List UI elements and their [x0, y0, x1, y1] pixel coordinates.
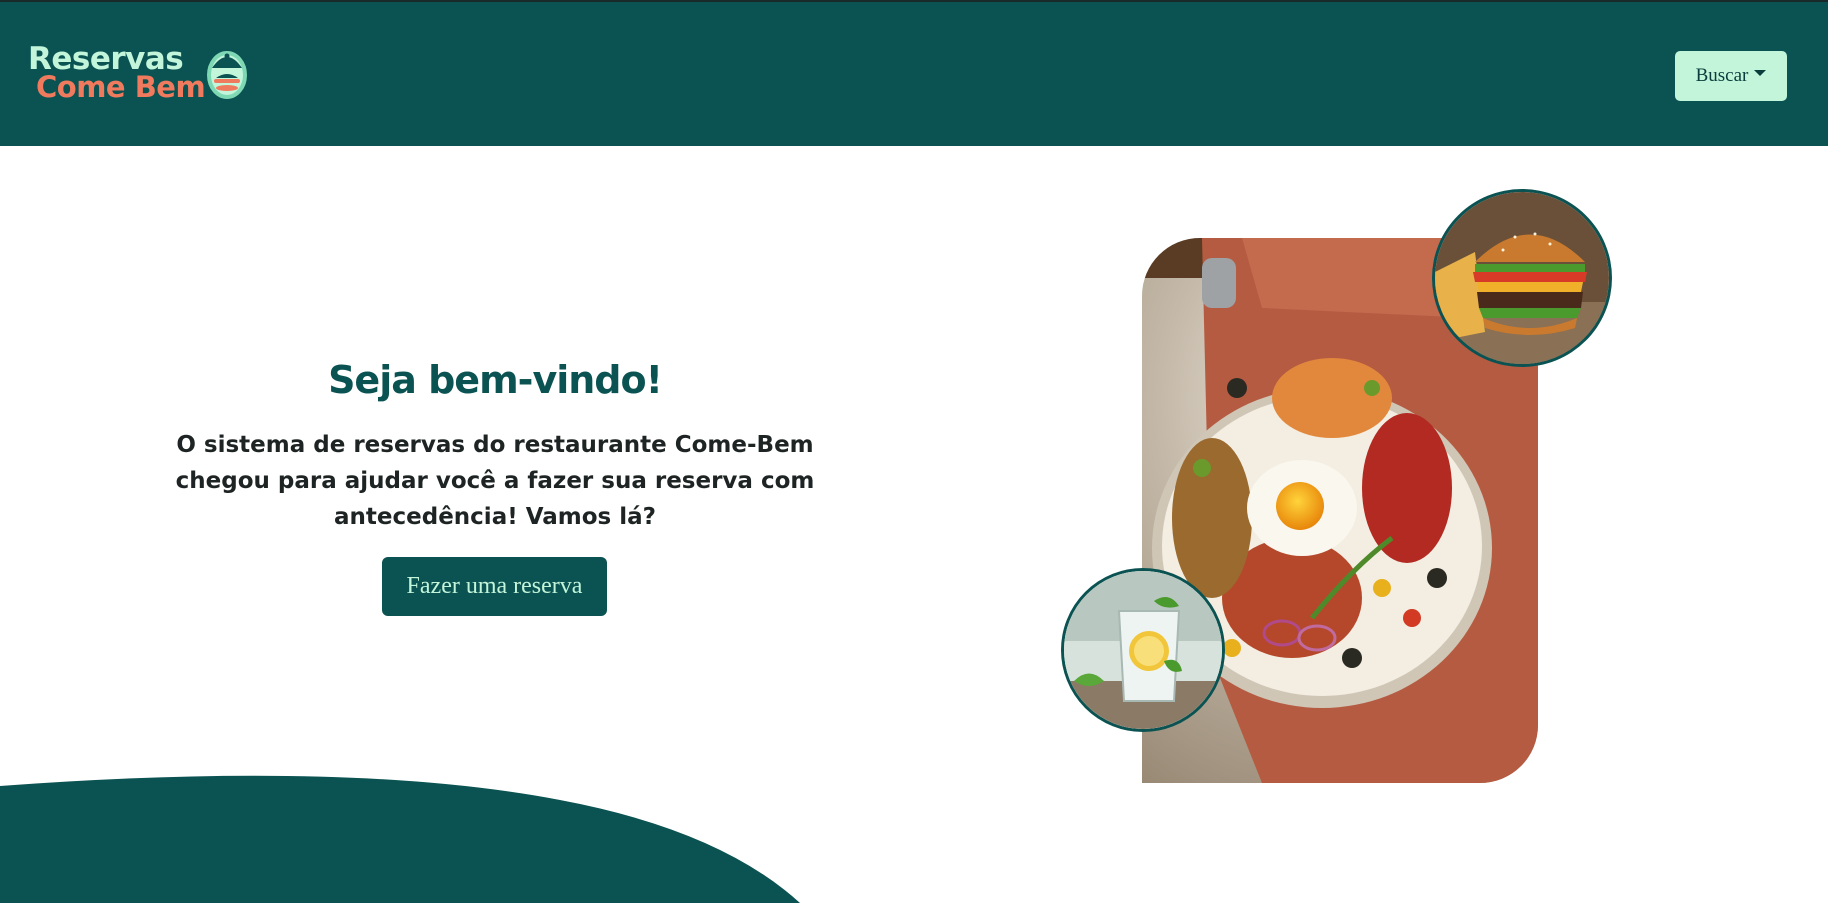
search-dropdown-button[interactable]: Buscar	[1675, 51, 1787, 101]
hero-title: Seja bem-vindo!	[328, 358, 663, 402]
dining-cloche-icon	[205, 49, 249, 101]
search-button-label: Buscar	[1695, 65, 1749, 86]
caret-down-icon	[1754, 70, 1767, 76]
brand-logo[interactable]: Reservas Come Bem	[26, 42, 258, 106]
logo-text-come-bem: Come Bem	[36, 70, 206, 104]
burger-image	[1432, 189, 1612, 367]
hero-section: Seja bem-vindo! O sistema de reservas do…	[150, 355, 840, 535]
decorative-wave	[0, 775, 800, 903]
hero-description: O sistema de reservas do restaurante Com…	[175, 432, 815, 530]
top-navbar: Reservas Come Bem Buscar	[0, 0, 1828, 146]
make-reservation-button[interactable]: Fazer uma reserva	[382, 557, 607, 616]
lemon-drink-image	[1061, 568, 1225, 732]
